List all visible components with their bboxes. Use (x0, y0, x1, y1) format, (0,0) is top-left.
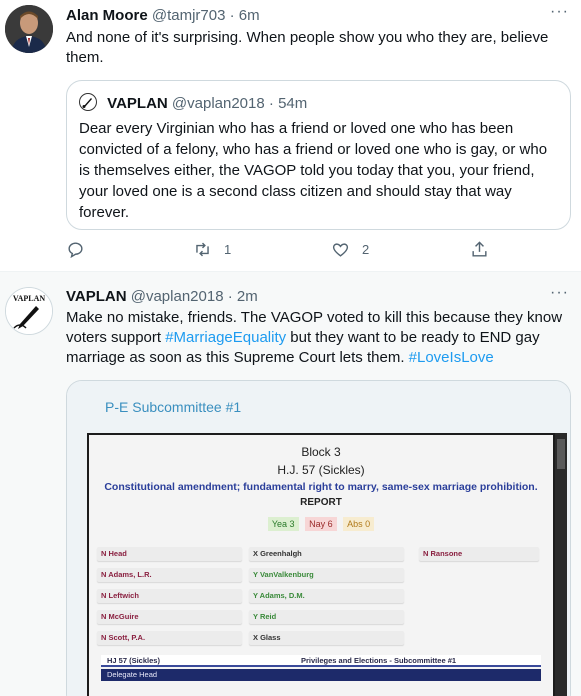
separator-dot: · (227, 288, 233, 305)
vote-cell: X Greenhalgh (249, 547, 404, 561)
vote-panel: Block 3 H.J. 57 (Sickles) Constitutional… (89, 435, 553, 696)
like-count: 2 (362, 242, 370, 257)
scrollbar (555, 433, 567, 696)
vote-screen: Block 3 H.J. 57 (Sickles) Constitutional… (87, 433, 567, 696)
footer-committee: Privileges and Elections - Subcommittee … (301, 656, 457, 665)
vote-cell: Y Reid (249, 610, 404, 624)
like-button[interactable]: 2 (331, 240, 369, 259)
author-handle[interactable]: @vaplan2018 (131, 288, 224, 305)
reply-button[interactable] (66, 240, 97, 259)
abs-count: Abs 0 (343, 517, 375, 531)
nay-count: Nay 6 (305, 517, 337, 531)
vote-cell: N Adams, L.R. (97, 568, 242, 582)
vote-tally: Yea 3 Nay 6 Abs 0 (89, 517, 553, 531)
author-name[interactable]: Alan Moore (66, 7, 148, 24)
vote-cell: N Head (97, 547, 242, 561)
vote-cell: X Glass (249, 631, 404, 645)
bill-description: Constitutional amendment; fundamental ri… (104, 481, 538, 493)
reply-icon (68, 242, 83, 259)
timestamp[interactable]: 6m (239, 7, 260, 24)
vote-cell: N McGuire (97, 610, 242, 624)
author-name[interactable]: VAPLAN (66, 288, 127, 305)
vote-cell: N Ransone (419, 547, 539, 561)
quoted-author-name: VAPLAN (107, 95, 168, 112)
quoted-author-handle: @vaplan2018 (171, 95, 265, 112)
tweet-alan-moore[interactable]: Alan Moore @tamjr703 · 6m ··· And none o… (0, 0, 581, 272)
block-label: Block 3 (301, 445, 341, 459)
author-handle[interactable]: @tamjr703 (152, 7, 226, 24)
vote-cell: N Scott, P.A. (97, 631, 242, 645)
quoted-avatar-icon (79, 93, 97, 111)
vote-cell: Y Adams, D.M. (249, 589, 404, 603)
tweet-header: Alan Moore @tamjr703 · 6m (66, 7, 260, 24)
heart-icon (332, 243, 349, 257)
tweet-actions: 1 2 (66, 240, 506, 262)
vote-cell: Y VanValkenburg (249, 568, 404, 582)
quoted-tweet[interactable]: VAPLAN @vaplan2018 · 54m Dear every Virg… (66, 80, 571, 230)
retweet-button[interactable]: 1 (193, 240, 231, 259)
retweet-icon (196, 242, 209, 257)
more-options-icon[interactable]: ··· (550, 3, 569, 21)
footer-bill-bar: HJ 57 (Sickles) Privileges and Elections… (101, 655, 541, 667)
tweet-text: Make no mistake, friends. The VAGOP vote… (66, 308, 571, 368)
tweet-image[interactable]: P-E Subcommittee #1 Block 3 H.J. 57 (Sic… (66, 380, 571, 696)
avatar[interactable]: VAPLAN (5, 287, 53, 335)
more-options-icon[interactable]: ··· (550, 284, 569, 302)
vote-cell: N Leftwich (97, 589, 242, 603)
avatar[interactable] (5, 5, 53, 53)
report-label: REPORT (300, 497, 342, 508)
tweet-text: And none of it's surprising. When people… (66, 29, 549, 66)
separator-dot: · (229, 7, 235, 24)
footer-bill: HJ 57 (Sickles) (107, 656, 160, 665)
hashtag-love-is-love[interactable]: #LoveIsLove (409, 349, 494, 366)
image-background: P-E Subcommittee #1 Block 3 H.J. 57 (Sic… (67, 381, 570, 696)
subcommittee-title: P-E Subcommittee #1 (105, 399, 242, 415)
bill-label: H.J. 57 (Sickles) (277, 463, 365, 477)
tweet-header: VAPLAN @vaplan2018 · 2m (66, 288, 258, 305)
footer-delegate: Delegate Head (101, 669, 541, 681)
quoted-tweet-text: Dear every Virginian who has a friend or… (79, 120, 548, 221)
quoted-tweet-header: VAPLAN @vaplan2018 · 54m (79, 93, 307, 112)
hashtag-marriage-equality[interactable]: #MarriageEquality (165, 329, 286, 346)
quoted-timestamp: 54m (278, 95, 308, 112)
tweet-vaplan[interactable]: VAPLAN VAPLAN @vaplan2018 · 2m ··· Make … (0, 272, 581, 696)
scroll-thumb (557, 439, 565, 469)
timestamp[interactable]: 2m (237, 288, 258, 305)
share-button[interactable] (470, 240, 489, 259)
share-icon (472, 241, 487, 257)
retweet-count: 1 (224, 242, 232, 257)
yea-count: Yea 3 (267, 517, 299, 531)
avatar-logo-text: VAPLAN (13, 294, 46, 303)
separator-dot: · (268, 95, 274, 112)
